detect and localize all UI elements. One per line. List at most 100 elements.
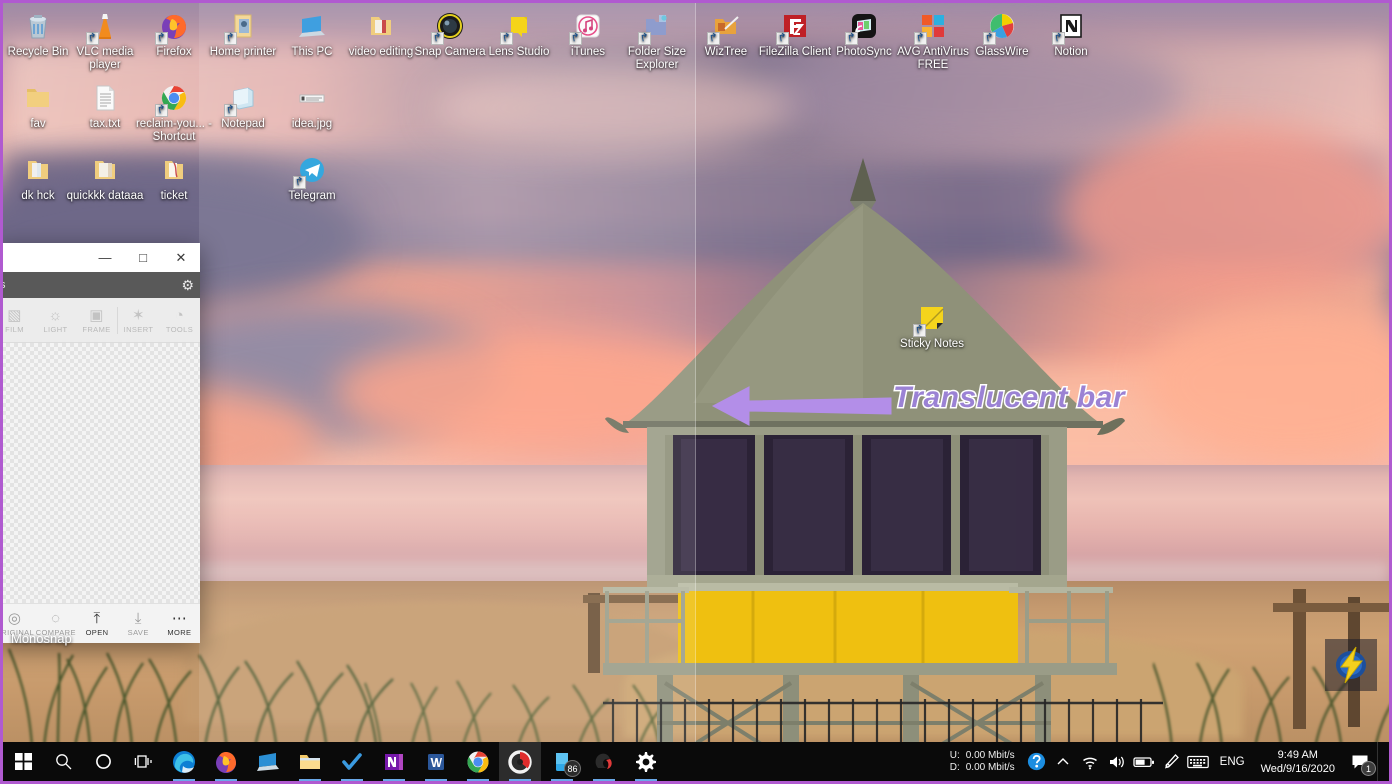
desktop-icon-firefox[interactable]: Firefox (134, 9, 214, 59)
desktop-icon-label: Home printer (209, 46, 277, 58)
start-button[interactable] (3, 742, 43, 781)
wifi-icon[interactable] (1077, 742, 1104, 781)
save-button[interactable]: ⤓ SAVE (118, 610, 159, 637)
desktop-screen: Recycle Bin VLC media player (0, 0, 1392, 784)
glasswire-icon (983, 9, 1019, 45)
folder-icon (21, 153, 55, 187)
desktop-icon-label: tax.txt (89, 118, 121, 130)
telegram-icon (293, 153, 329, 189)
taskbar-settings[interactable] (625, 742, 667, 781)
maximize-button[interactable]: □ (124, 243, 162, 272)
desktop-icon-itunes[interactable]: iTunes (548, 9, 628, 59)
tool-insert[interactable]: ✶ INSERT (117, 306, 159, 334)
notepad-icon (224, 81, 260, 117)
battery-icon[interactable] (1131, 742, 1158, 781)
edge-icon (173, 750, 195, 773)
window-titlebar[interactable]: — □ ✕ (3, 243, 200, 272)
desktop-icon-notion[interactable]: Notion (1031, 9, 1111, 59)
taskbar-edge[interactable] (163, 742, 205, 781)
desktop-icon-notepad[interactable]: Notepad (203, 81, 283, 131)
photosync-icon (845, 9, 881, 45)
windows-taskbar[interactable]: 86 U: D: 0.00 Mbit/s 0.00 Mbit/s ENG 9:4… (3, 742, 1389, 781)
desktop-icon-label: Sticky Notes (900, 338, 964, 350)
task-view-button[interactable] (123, 742, 163, 781)
desktop-icon-filezilla-client[interactable]: FileZilla Client (755, 9, 835, 59)
desktop-icon-tax-txt[interactable]: tax.txt (65, 81, 145, 131)
shortcut-overlay-icon (431, 32, 444, 45)
taskbar-file-explorer[interactable] (289, 742, 331, 781)
pen-icon[interactable] (1158, 742, 1185, 781)
printer-icon (224, 9, 260, 45)
desktop-icon-quickkk-dataaa[interactable]: quickkk dataaa (65, 153, 145, 203)
desktop-icon-sticky-notes[interactable]: Sticky Notes (892, 301, 972, 351)
gear-icon[interactable]: ⚙ (181, 277, 194, 294)
taskbar-clock[interactable]: 9:49 AM Wed/9/16/2020 (1253, 748, 1343, 776)
open-button[interactable]: ⤒ OPEN (76, 610, 117, 637)
editor-tabbar: s ⚙ (3, 272, 200, 298)
taskbar-your-phone[interactable]: 86 (541, 742, 583, 781)
desktop-icon-label: Notepad (221, 118, 265, 130)
filezilla-icon (776, 9, 812, 45)
cortana-button[interactable] (83, 742, 123, 781)
desktop-icon-label: Lens Studio (488, 46, 550, 58)
search-button[interactable] (43, 742, 83, 781)
shortcut-overlay-icon (155, 32, 168, 45)
taskbar-monosnap[interactable] (499, 742, 541, 781)
volume-icon[interactable] (1104, 742, 1131, 781)
shortcut-overlay-icon (707, 32, 720, 45)
network-speed-meter[interactable]: U: D: 0.00 Mbit/s 0.00 Mbit/s (942, 750, 1023, 774)
keyboard-icon[interactable] (1185, 742, 1212, 781)
shortcut-overlay-icon (155, 104, 168, 117)
taskbar-word[interactable] (415, 742, 457, 781)
desktop-power-widget[interactable] (1325, 639, 1377, 691)
tool-tools[interactable]: ◔ TOOLS (159, 307, 200, 334)
monosnap-editor-window[interactable]: — □ ✕ s ⚙ ▧ FILM ☼ LIGHT ▣ FRAME ✶ INSER… (3, 243, 200, 643)
action-label: OPEN (85, 628, 109, 637)
desktop-icon-avg-antivirus-free[interactable]: AVG AntiVirus FREE (893, 9, 973, 72)
desktop-icon-wiztree[interactable]: WizTree (686, 9, 766, 59)
desktop-icon-idea-jpg[interactable]: idea.jpg (272, 81, 352, 131)
desktop-icon-photosync[interactable]: PhotoSync (824, 9, 904, 59)
show-hidden-icons-chevron-icon[interactable] (1050, 742, 1077, 781)
desktop-icon-reclaim-you-shortcut[interactable]: reclaim-you... - Shortcut (134, 81, 214, 144)
minimize-button[interactable]: — (86, 243, 124, 272)
show-desktop-button[interactable] (1377, 742, 1383, 781)
folder-icon (157, 153, 191, 187)
desktop-icon-this-pc[interactable]: This PC (272, 9, 352, 59)
gear-icon (636, 751, 656, 772)
desktop-icon-snap-camera[interactable]: Snap Camera (410, 9, 490, 59)
more-button[interactable]: ⋯ MORE (159, 610, 200, 637)
taskbar-todo[interactable] (331, 742, 373, 781)
desktop-icon-ticket[interactable]: ticket (134, 153, 214, 203)
tool-film[interactable]: ▧ FILM (3, 307, 35, 334)
language-indicator[interactable]: ENG (1212, 756, 1253, 768)
editor-canvas[interactable] (3, 343, 200, 603)
taskbar-remote-desktop[interactable] (247, 742, 289, 781)
action-label: SAVE (127, 628, 149, 637)
taskbar-netskope[interactable] (583, 742, 625, 781)
help-icon[interactable] (1023, 742, 1050, 781)
desktop-icon-glasswire[interactable]: GlassWire (962, 9, 1042, 59)
firefox-icon (216, 751, 236, 773)
original-icon: ◎ (7, 610, 22, 627)
shortcut-overlay-icon (983, 32, 996, 45)
desktop-icon-folder-size-explorer[interactable]: Folder Size Explorer (617, 9, 697, 72)
desktop-icon-lens-studio[interactable]: Lens Studio (479, 9, 559, 59)
taskbar-chrome[interactable] (457, 742, 499, 781)
upload-value: 0.00 Mbit/s (965, 749, 1015, 761)
taskbar-onenote[interactable] (373, 742, 415, 781)
desktop-icon-vlc-media-player[interactable]: VLC media player (65, 9, 145, 72)
desktop-icon-video-editing[interactable]: video editing (341, 9, 421, 59)
taskbar-badge: 86 (564, 760, 581, 777)
desktop-icon-label: WizTree (704, 46, 748, 58)
desktop-icon-telegram[interactable]: Telegram (272, 153, 352, 203)
tool-light[interactable]: ☼ LIGHT (35, 307, 76, 334)
taskbar-firefox[interactable] (205, 742, 247, 781)
tool-label: TOOLS (165, 324, 194, 334)
notification-center-button[interactable]: 1 (1343, 742, 1377, 781)
close-button[interactable]: ✕ (162, 243, 200, 272)
tool-frame[interactable]: ▣ FRAME (76, 307, 117, 334)
desktop-icon-home-printer[interactable]: Home printer (203, 9, 283, 59)
task-view-icon (134, 755, 152, 768)
clock-date: Wed/9/16/2020 (1260, 762, 1335, 775)
